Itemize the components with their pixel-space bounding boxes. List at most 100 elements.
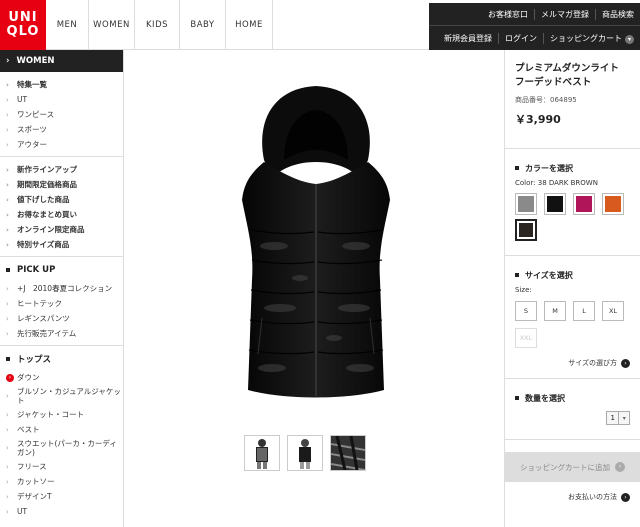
sidebar-item-plus-j[interactable]: › +J 2010春夏コレクション (0, 281, 123, 296)
chevron-right-icon: › (6, 80, 9, 89)
swatch-fill (605, 196, 621, 212)
sidebar-item-outer[interactable]: › アウター (0, 137, 123, 152)
thumbnail-model-back[interactable] (287, 435, 323, 471)
customer-service-link[interactable]: お客様窓口 (482, 9, 534, 20)
sidebar-item-presale[interactable]: › 先行販売アイテム (0, 326, 123, 341)
quantity-section: 数量を選択 1 ▾ (505, 379, 640, 440)
sidebar-item-ut[interactable]: › UT (0, 92, 123, 107)
shopping-cart-link[interactable]: ショッピングカート ▾ (543, 33, 640, 44)
add-to-cart-button[interactable]: ショッピングカートに追加 › (505, 452, 640, 482)
chevron-down-icon: ▾ (625, 35, 634, 44)
sidebar-item-leggings[interactable]: › レギンスパンツ (0, 311, 123, 326)
size-option-xl[interactable]: XL (602, 301, 624, 321)
sidebar-item-label: レギンスパンツ (17, 314, 70, 323)
nav-baby[interactable]: BABY (180, 0, 226, 50)
chevron-right-icon: › (6, 95, 9, 104)
color-swatch-black[interactable] (544, 193, 566, 215)
color-swatches (515, 193, 631, 241)
sidebar-item-jacket-coat[interactable]: › ジャケット・コート (0, 407, 123, 422)
sidebar-header-label: WOMEN (16, 56, 55, 66)
color-swatch-orange[interactable] (602, 193, 624, 215)
chevron-right-icon: › (6, 56, 10, 66)
sidebar-item-vest[interactable]: › ベスト (0, 422, 123, 437)
sidebar-item-bundle[interactable]: › お得なまとめ買い (0, 207, 123, 222)
size-option-s[interactable]: S (515, 301, 537, 321)
tops-title: トップス (0, 348, 123, 370)
register-link[interactable]: 新規会員登録 (438, 33, 498, 44)
bullet-square-icon (515, 166, 519, 170)
chevron-right-icon: › (6, 492, 9, 501)
sidebar-item-special-size[interactable]: › 特別サイズ商品 (0, 237, 123, 252)
sidebar-item-heattech[interactable]: › ヒートテック (0, 296, 123, 311)
color-swatch-pink[interactable] (573, 193, 595, 215)
chevron-down-icon: ▾ (618, 412, 629, 424)
nav-women[interactable]: WOMEN (89, 0, 135, 50)
uniqlo-logo[interactable]: UNI QLO (0, 0, 46, 50)
chevron-right-icon: › (6, 314, 9, 323)
sidebar-group-pickup: PICK UP › +J 2010春夏コレクション › ヒートテック › レギンスパン… (0, 257, 123, 346)
sidebar-item-label: +J 2010春夏コレクション (17, 284, 113, 293)
swatch-fill (576, 196, 592, 212)
chevron-right-icon: › (6, 165, 9, 174)
sidebar-item-label: 特集一覧 (17, 80, 47, 89)
swatch-fill (519, 223, 533, 237)
chevron-right-icon: › (615, 462, 625, 472)
product-search-link[interactable]: 商品検索 (595, 8, 640, 20)
sidebar-item-features[interactable]: › 特集一覧 (0, 77, 123, 92)
color-swatch-gray[interactable] (515, 193, 537, 215)
model-back-image (299, 439, 311, 469)
sidebar-item-online-only[interactable]: › オンライン限定商品 (0, 222, 123, 237)
model-front-image (256, 439, 268, 469)
sidebar-item-limited-price[interactable]: › 期間限定価格商品 (0, 177, 123, 192)
sidebar-item-ut-tops[interactable]: › UT (0, 504, 123, 519)
sidebar-item-onepiece[interactable]: › ワンピース (0, 107, 123, 122)
chevron-right-icon: › (6, 225, 9, 234)
logo-line-1: UNI (8, 10, 38, 25)
login-link[interactable]: ログイン (498, 33, 543, 44)
sidebar-item-new-lineup[interactable]: › 新作ラインアップ (0, 162, 123, 177)
nav-kids[interactable]: KIDS (135, 0, 180, 50)
product-info: プレミアムダウンライト フーデッドベスト 商品番号：064895 ￥3,990 (505, 50, 640, 149)
color-section: カラーを選択 Color: 38 DARK BROWN (505, 149, 640, 256)
chevron-right-icon: › (6, 477, 9, 486)
chevron-right-icon: › (6, 410, 9, 419)
nav-men[interactable]: MEN (46, 0, 89, 50)
chevron-right-icon: › (6, 507, 9, 516)
sidebar-item-label: フリース (17, 462, 47, 471)
size-option-xxl[interactable]: XXL (515, 328, 537, 348)
sidebar-item-label: ワンピース (17, 110, 55, 119)
sidebar-item-fleece[interactable]: › フリース (0, 459, 123, 474)
payment-method-link[interactable]: お支払いの方法 › (505, 482, 640, 502)
site-header: UNI QLO MEN WOMEN KIDS BABY HOME お客様窓口 メ… (0, 0, 640, 50)
thumbnail-fabric-detail[interactable] (330, 435, 366, 471)
newsletter-link[interactable]: メルマガ登録 (534, 8, 595, 20)
sidebar-header[interactable]: › WOMEN (0, 50, 123, 72)
product-panel: プレミアムダウンライト フーデッドベスト 商品番号：064895 ￥3,990 … (505, 50, 640, 527)
sidebar-item-sports[interactable]: › スポーツ (0, 122, 123, 137)
nav-home[interactable]: HOME (226, 0, 273, 50)
sidebar-item-blouson[interactable]: › ブルゾン・カジュアルジャケット (0, 385, 123, 407)
thumbnail-model-front[interactable] (244, 435, 280, 471)
product-name: プレミアムダウンライト フーデッドベスト (515, 50, 630, 90)
sidebar-group-tops: トップス › ダウン › ブルゾン・カジュアルジャケット › ジャケット・コート › ベ… (0, 346, 123, 523)
sidebar-item-sweat[interactable]: › スウエット(パーカ・カーディガン) (0, 437, 123, 459)
sidebar-item-price-down[interactable]: › 値下げした商品 (0, 192, 123, 207)
size-option-m[interactable]: M (544, 301, 566, 321)
product-image-vest[interactable] (124, 50, 505, 420)
sidebar-item-cutsew[interactable]: › カットソー (0, 474, 123, 489)
quantity-select[interactable]: 1 ▾ (606, 411, 630, 425)
size-title-label: サイズを選択 (525, 270, 573, 280)
size-option-l[interactable]: L (573, 301, 595, 321)
sidebar-item-design-t[interactable]: › デザインT (0, 489, 123, 504)
shopping-cart-label: ショッピングカート (550, 34, 622, 43)
chevron-right-icon: › (6, 110, 9, 119)
sidebar-item-label: UT (17, 95, 28, 104)
sidebar-item-label: ダウン (17, 373, 40, 382)
chevron-right-icon: › (6, 329, 9, 338)
color-swatch-dark-brown[interactable] (515, 219, 537, 241)
size-guide-link[interactable]: サイズの選び方 › (515, 358, 630, 368)
sidebar-item-label: 特別サイズ商品 (17, 240, 70, 249)
quantity-select-wrap: 1 ▾ (515, 411, 630, 425)
sidebar-item-down[interactable]: › ダウン (0, 370, 123, 385)
size-guide-label: サイズの選び方 (568, 359, 617, 367)
